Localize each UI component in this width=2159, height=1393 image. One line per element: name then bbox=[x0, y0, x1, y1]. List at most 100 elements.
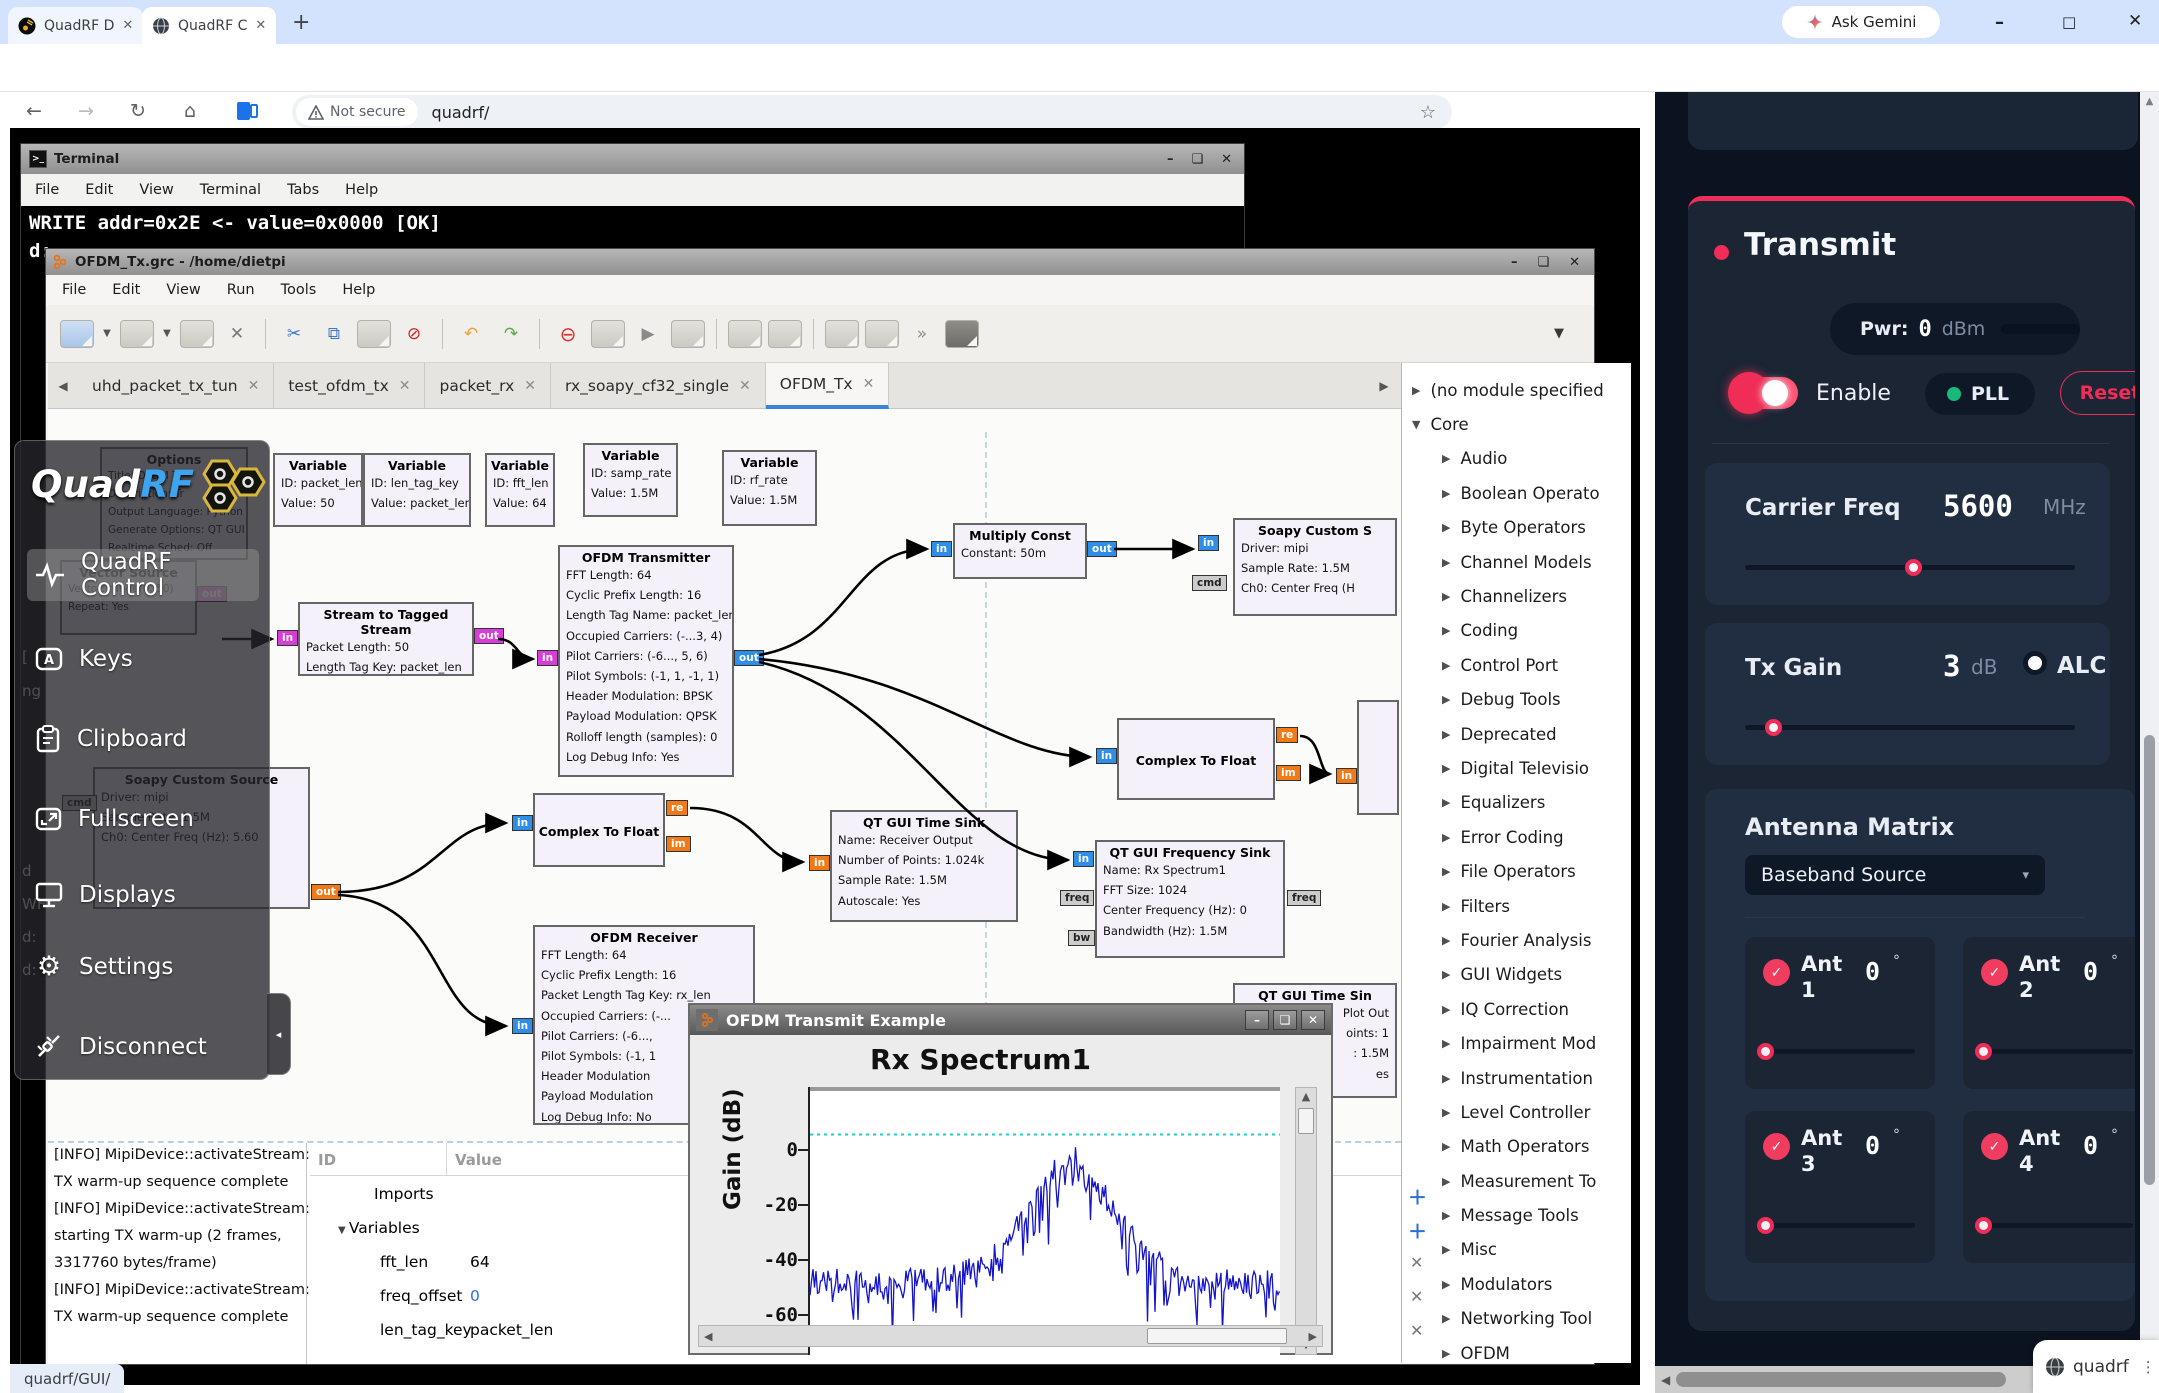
errors-icon[interactable]: ⊖ bbox=[551, 320, 585, 348]
antenna-card[interactable]: ✓ Ant3 0 ° bbox=[1745, 1111, 1935, 1263]
doc-tab[interactable]: packet_rx✕ bbox=[425, 363, 551, 409]
tab-close-icon[interactable]: ✕ bbox=[122, 18, 133, 33]
check-icon[interactable]: ✓ bbox=[1763, 959, 1790, 986]
open-dropdown-icon[interactable]: ▼ bbox=[160, 320, 174, 348]
execute-icon[interactable]: ▶ bbox=[631, 320, 665, 348]
antenna-card[interactable]: ✓ Ant2 0 ° bbox=[1963, 937, 2135, 1089]
vars-variables-row[interactable]: ▼ Variables bbox=[338, 1219, 420, 1237]
scroll-up-icon[interactable]: ▲ bbox=[1296, 1088, 1316, 1106]
library-category[interactable]: ▶Byte Operators bbox=[1442, 511, 1631, 545]
add-variable-icon[interactable]: ＋ bbox=[1408, 1217, 1427, 1244]
library-category[interactable]: ▶Debug Tools bbox=[1442, 683, 1631, 717]
doc-tab[interactable]: rx_soapy_cf32_single✕ bbox=[551, 363, 766, 409]
sidebar-item-disconnect[interactable]: Disconnect bbox=[27, 1021, 259, 1073]
antenna-knob[interactable] bbox=[1975, 1043, 1992, 1060]
popup-vscrollbar[interactable]: ▲ ▼ bbox=[1295, 1087, 1317, 1355]
library-category[interactable]: ▶Instrumentation bbox=[1442, 1061, 1631, 1095]
check-icon[interactable]: ✓ bbox=[1981, 959, 2008, 986]
terminal-close-icon[interactable]: ✕ bbox=[1221, 152, 1232, 167]
terminal-minimize-icon[interactable]: – bbox=[1167, 152, 1174, 167]
popup-minimize-button[interactable]: – bbox=[1245, 1010, 1269, 1030]
tab-close-icon[interactable]: ✕ bbox=[255, 18, 266, 33]
grc-menu-item[interactable]: View bbox=[166, 282, 200, 298]
doc-tab[interactable]: uhd_packet_tx_tun✕ bbox=[78, 363, 274, 409]
quadrf-badge[interactable]: quadrf ⋮ bbox=[2033, 1340, 2159, 1393]
toolbar-icon[interactable] bbox=[768, 320, 802, 348]
library-category[interactable]: ▶Misc bbox=[1442, 1233, 1631, 1267]
remove-icon[interactable]: ✕ bbox=[1410, 1253, 1423, 1272]
enable-toggle[interactable] bbox=[1734, 377, 1798, 409]
library-category[interactable]: ▶Channelizers bbox=[1442, 579, 1631, 613]
var-value[interactable]: 0 bbox=[470, 1287, 480, 1305]
vars-imports-row[interactable]: Imports bbox=[374, 1185, 434, 1203]
sidebar-item-settings[interactable]: ⚙ Settings bbox=[27, 941, 259, 993]
window-close-button[interactable]: ✕ bbox=[2128, 11, 2142, 31]
toolbar-icon[interactable] bbox=[865, 320, 899, 348]
toolbar-overflow-icon[interactable]: ▼ bbox=[1542, 320, 1576, 348]
library-category[interactable]: ▶Filters bbox=[1442, 889, 1631, 923]
library-category[interactable]: ▶Control Port bbox=[1442, 648, 1631, 682]
scroll-left-icon[interactable]: ◀ bbox=[1655, 1373, 1676, 1387]
page-vscrollbar[interactable]: ▲ bbox=[2140, 92, 2159, 1366]
close-doc-icon[interactable]: ✕ bbox=[220, 320, 254, 348]
grc-menu-item[interactable]: File bbox=[62, 282, 86, 298]
reload-icon[interactable]: ↻ bbox=[130, 100, 146, 122]
terminal-restore-icon[interactable]: ❏ bbox=[1191, 152, 1203, 167]
remove-icon[interactable]: ✕ bbox=[1410, 1321, 1423, 1340]
antenna-card[interactable]: ✓ Ant1 0 ° bbox=[1745, 937, 1935, 1089]
library-category[interactable]: ▶Deprecated bbox=[1442, 717, 1631, 751]
scroll-right-icon[interactable]: ▶ bbox=[1304, 1330, 1322, 1343]
library-category[interactable]: ▶Math Operators bbox=[1442, 1130, 1631, 1164]
var-id[interactable]: len_tag_key bbox=[380, 1321, 472, 1339]
library-category[interactable]: ▶Networking Tool bbox=[1442, 1302, 1631, 1336]
library-category[interactable]: ▶Level Controller bbox=[1442, 1095, 1631, 1129]
antenna-slider[interactable] bbox=[1763, 1049, 1915, 1054]
sidebar-item-fullscreen[interactable]: Fullscreen bbox=[27, 793, 259, 845]
toolbar-icon[interactable] bbox=[728, 320, 762, 348]
terminal-menu-item[interactable]: View bbox=[139, 182, 173, 198]
popup-hscrollbar[interactable]: ◀ ▶ bbox=[698, 1325, 1323, 1347]
carrier-freq-knob[interactable] bbox=[1905, 559, 1922, 576]
library-category[interactable]: ▶Coding bbox=[1442, 614, 1631, 648]
generate-icon[interactable] bbox=[591, 320, 625, 348]
var-id[interactable]: freq_offset bbox=[380, 1287, 462, 1305]
grc-menu-item[interactable]: Help bbox=[342, 282, 375, 298]
tab-scroll-left-icon[interactable]: ◀ bbox=[48, 363, 78, 408]
tab-scroll-right-icon[interactable]: ▶ bbox=[1367, 363, 1401, 408]
sidebar-collapse-handle[interactable]: ◂ bbox=[267, 993, 291, 1075]
hscroll-thumb[interactable] bbox=[1676, 1372, 2006, 1387]
library-category[interactable]: ▶Message Tools bbox=[1442, 1198, 1631, 1232]
new-flowgraph-icon[interactable] bbox=[60, 320, 94, 348]
open-icon[interactable] bbox=[120, 320, 154, 348]
antenna-knob[interactable] bbox=[1757, 1217, 1774, 1234]
terminal-menu-item[interactable]: Terminal bbox=[200, 182, 261, 198]
library-category[interactable]: ▶Modulators bbox=[1442, 1267, 1631, 1301]
toggle-knob[interactable] bbox=[1762, 380, 1788, 406]
bookmark-star-icon[interactable]: ☆ bbox=[1420, 102, 1436, 123]
library-category[interactable]: ▶Error Coding bbox=[1442, 820, 1631, 854]
window-minimize-button[interactable]: – bbox=[1995, 12, 2004, 33]
add-import-icon[interactable]: ＋ bbox=[1408, 1183, 1427, 1210]
copy-icon[interactable]: ⧉ bbox=[317, 320, 351, 348]
library-category[interactable]: ▶Audio bbox=[1442, 442, 1631, 476]
vscroll-thumb[interactable] bbox=[2144, 735, 2155, 1185]
tx-gain-knob[interactable] bbox=[1765, 719, 1782, 736]
new-tab-button[interactable]: + bbox=[292, 10, 310, 35]
kill-icon[interactable] bbox=[671, 320, 705, 348]
terminal-menu-item[interactable]: File bbox=[35, 182, 59, 198]
library-category[interactable]: ▶Fourier Analysis bbox=[1442, 923, 1631, 957]
remove-icon[interactable]: ✕ bbox=[1410, 1287, 1423, 1306]
var-id[interactable]: fft_len bbox=[380, 1253, 428, 1271]
kebab-menu-icon[interactable]: ⋮ bbox=[2141, 1358, 2156, 1376]
browser-tab-2[interactable]: QuadRF C ✕ bbox=[142, 7, 276, 44]
source-dropdown[interactable]: Baseband Source ▾ bbox=[1745, 855, 2045, 895]
antenna-slider[interactable] bbox=[1981, 1223, 2133, 1228]
fast-forward-icon[interactable]: » bbox=[905, 320, 939, 348]
grc-titlebar[interactable]: OFDM_Tx.grc - /home/dietpi – ❏ ✕ bbox=[46, 249, 1594, 275]
terminal-titlebar[interactable]: >_ Terminal – ❏ ✕ bbox=[21, 144, 1244, 174]
check-icon[interactable]: ✓ bbox=[1981, 1133, 2008, 1160]
library-core-item[interactable]: ▼Core bbox=[1412, 407, 1631, 441]
library-category[interactable]: ▶Equalizers bbox=[1442, 786, 1631, 820]
hscroll-thumb[interactable] bbox=[1147, 1328, 1287, 1344]
library-category[interactable]: ▶Digital Televisio bbox=[1442, 751, 1631, 785]
